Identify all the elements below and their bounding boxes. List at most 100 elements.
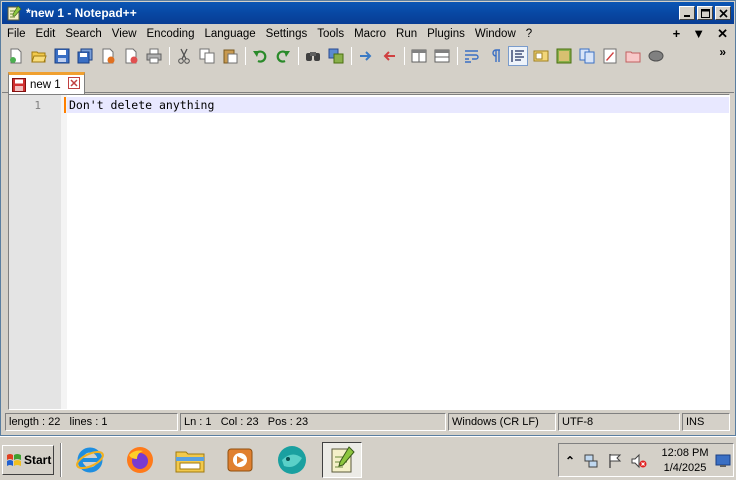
new-file-button[interactable] xyxy=(6,46,26,66)
show-desktop-button[interactable] xyxy=(715,453,731,469)
menu-search[interactable]: Search xyxy=(60,28,106,40)
status-eol[interactable]: Windows (CR LF) xyxy=(448,413,556,431)
volume-tray-button[interactable] xyxy=(631,453,647,469)
tab-list-dropdown-button[interactable]: ▼ xyxy=(692,26,705,42)
minimize-button[interactable] xyxy=(679,6,695,20)
menu-encoding[interactable]: Encoding xyxy=(142,28,200,40)
media-player-icon xyxy=(227,448,253,472)
menu-tools[interactable]: Tools xyxy=(312,28,349,40)
menu-bar: File Edit Search View Encoding Language … xyxy=(2,24,734,44)
tab-close-icon[interactable] xyxy=(68,77,80,89)
close-icon xyxy=(718,8,728,18)
taskbar-internet-explorer[interactable] xyxy=(70,442,110,478)
flag-icon xyxy=(609,454,622,468)
redo-button[interactable] xyxy=(273,46,293,66)
user-defined-language-button[interactable] xyxy=(531,46,551,66)
notepad-plus-plus-icon xyxy=(7,5,22,21)
save-button[interactable] xyxy=(52,46,72,66)
taskbar-chat-app[interactable] xyxy=(272,442,312,478)
taskbar-file-explorer[interactable] xyxy=(170,442,210,478)
user-defined-language-icon xyxy=(533,50,549,62)
editor-line-text[interactable]: Don't delete anything xyxy=(69,98,214,112)
zoom-out-button[interactable] xyxy=(379,46,399,66)
close-all-button[interactable] xyxy=(121,46,141,66)
menu-view[interactable]: View xyxy=(107,28,142,40)
close-button[interactable] xyxy=(715,6,731,20)
notepad-plus-plus-icon xyxy=(331,446,355,473)
document-map-button[interactable] xyxy=(554,46,574,66)
fold-margin[interactable] xyxy=(61,95,67,409)
paste-button[interactable] xyxy=(220,46,240,66)
undo-button[interactable] xyxy=(250,46,270,66)
unsaved-file-icon xyxy=(12,77,26,92)
clock[interactable]: 12:08 PM 1/4/2025 xyxy=(655,446,715,476)
system-tray: ⌃ 12:08 PM 1/4/2025 xyxy=(558,443,734,477)
redo-icon xyxy=(276,50,290,63)
maximize-icon xyxy=(700,8,710,18)
change-marker xyxy=(64,97,66,113)
save-icon xyxy=(54,48,70,64)
word-wrap-icon xyxy=(465,50,479,63)
toolbar-overflow-button[interactable]: » xyxy=(719,45,726,59)
add-tab-button[interactable]: + xyxy=(673,26,681,42)
status-pos: Pos : 23 xyxy=(267,416,309,428)
status-encoding[interactable]: UTF-8 xyxy=(558,413,680,431)
tab-new-1[interactable]: new 1 xyxy=(8,72,85,94)
chat-app-icon xyxy=(278,446,306,474)
find-button[interactable] xyxy=(303,46,323,66)
menu-language[interactable]: Language xyxy=(199,28,260,40)
new-file-icon xyxy=(10,48,22,64)
zoom-in-icon xyxy=(360,51,372,61)
zoom-in-button[interactable] xyxy=(356,46,376,66)
word-wrap-button[interactable] xyxy=(462,46,482,66)
cut-button[interactable] xyxy=(174,46,194,66)
macro-record-button[interactable] xyxy=(646,46,666,66)
status-lines: lines : 1 xyxy=(69,416,108,428)
taskbar: Start ⌃ 12:08 PM 1/4/2025 xyxy=(0,436,736,480)
cut-icon xyxy=(178,48,190,64)
menu-edit[interactable]: Edit xyxy=(31,28,61,40)
file-explorer-icon xyxy=(175,451,205,473)
print-icon xyxy=(146,48,162,64)
show-desktop-icon xyxy=(715,454,731,467)
tray-expand-button[interactable]: ⌃ xyxy=(562,453,578,469)
save-all-button[interactable] xyxy=(75,46,95,66)
menu-plugins[interactable]: Plugins xyxy=(422,28,470,40)
function-list-button[interactable] xyxy=(577,46,597,66)
sync-vertical-button[interactable] xyxy=(409,46,429,66)
folder-as-workspace-button[interactable] xyxy=(600,46,620,66)
maximize-button[interactable] xyxy=(697,6,713,20)
close-file-button[interactable] xyxy=(98,46,118,66)
editor-area[interactable]: 1 Don't delete anything xyxy=(8,94,730,410)
menu-file[interactable]: File xyxy=(2,28,31,40)
title-bar[interactable]: *new 1 - Notepad++ xyxy=(2,2,734,24)
taskbar-notepad-plus-plus[interactable] xyxy=(322,442,362,478)
close-document-button[interactable]: ✕ xyxy=(717,26,728,42)
menu-macro[interactable]: Macro xyxy=(349,28,391,40)
monitoring-button[interactable] xyxy=(623,46,643,66)
open-file-button[interactable] xyxy=(29,46,49,66)
toolbar-separator xyxy=(351,47,352,65)
start-button[interactable]: Start xyxy=(2,445,54,475)
menu-settings[interactable]: Settings xyxy=(261,28,313,40)
toolbar: » xyxy=(2,44,734,68)
internet-explorer-icon xyxy=(76,447,104,473)
copy-button[interactable] xyxy=(197,46,217,66)
status-insert-mode[interactable]: INS xyxy=(682,413,730,431)
taskbar-firefox[interactable] xyxy=(120,442,160,478)
network-tray-button[interactable] xyxy=(583,453,599,469)
print-button[interactable] xyxy=(144,46,164,66)
sync-horizontal-button[interactable] xyxy=(432,46,452,66)
menu-run[interactable]: Run xyxy=(391,28,422,40)
action-center-tray-button[interactable] xyxy=(607,453,623,469)
start-label: Start xyxy=(24,453,52,467)
close-file-icon xyxy=(102,48,115,64)
show-all-characters-button[interactable] xyxy=(485,46,505,66)
status-ln: Ln : 1 xyxy=(184,416,212,428)
menu-window[interactable]: Window xyxy=(470,28,521,40)
function-list-icon xyxy=(579,48,595,64)
menu-help[interactable]: ? xyxy=(521,28,537,40)
replace-button[interactable] xyxy=(326,46,346,66)
taskbar-media-player[interactable] xyxy=(220,442,260,478)
indent-guide-button[interactable] xyxy=(508,46,528,66)
